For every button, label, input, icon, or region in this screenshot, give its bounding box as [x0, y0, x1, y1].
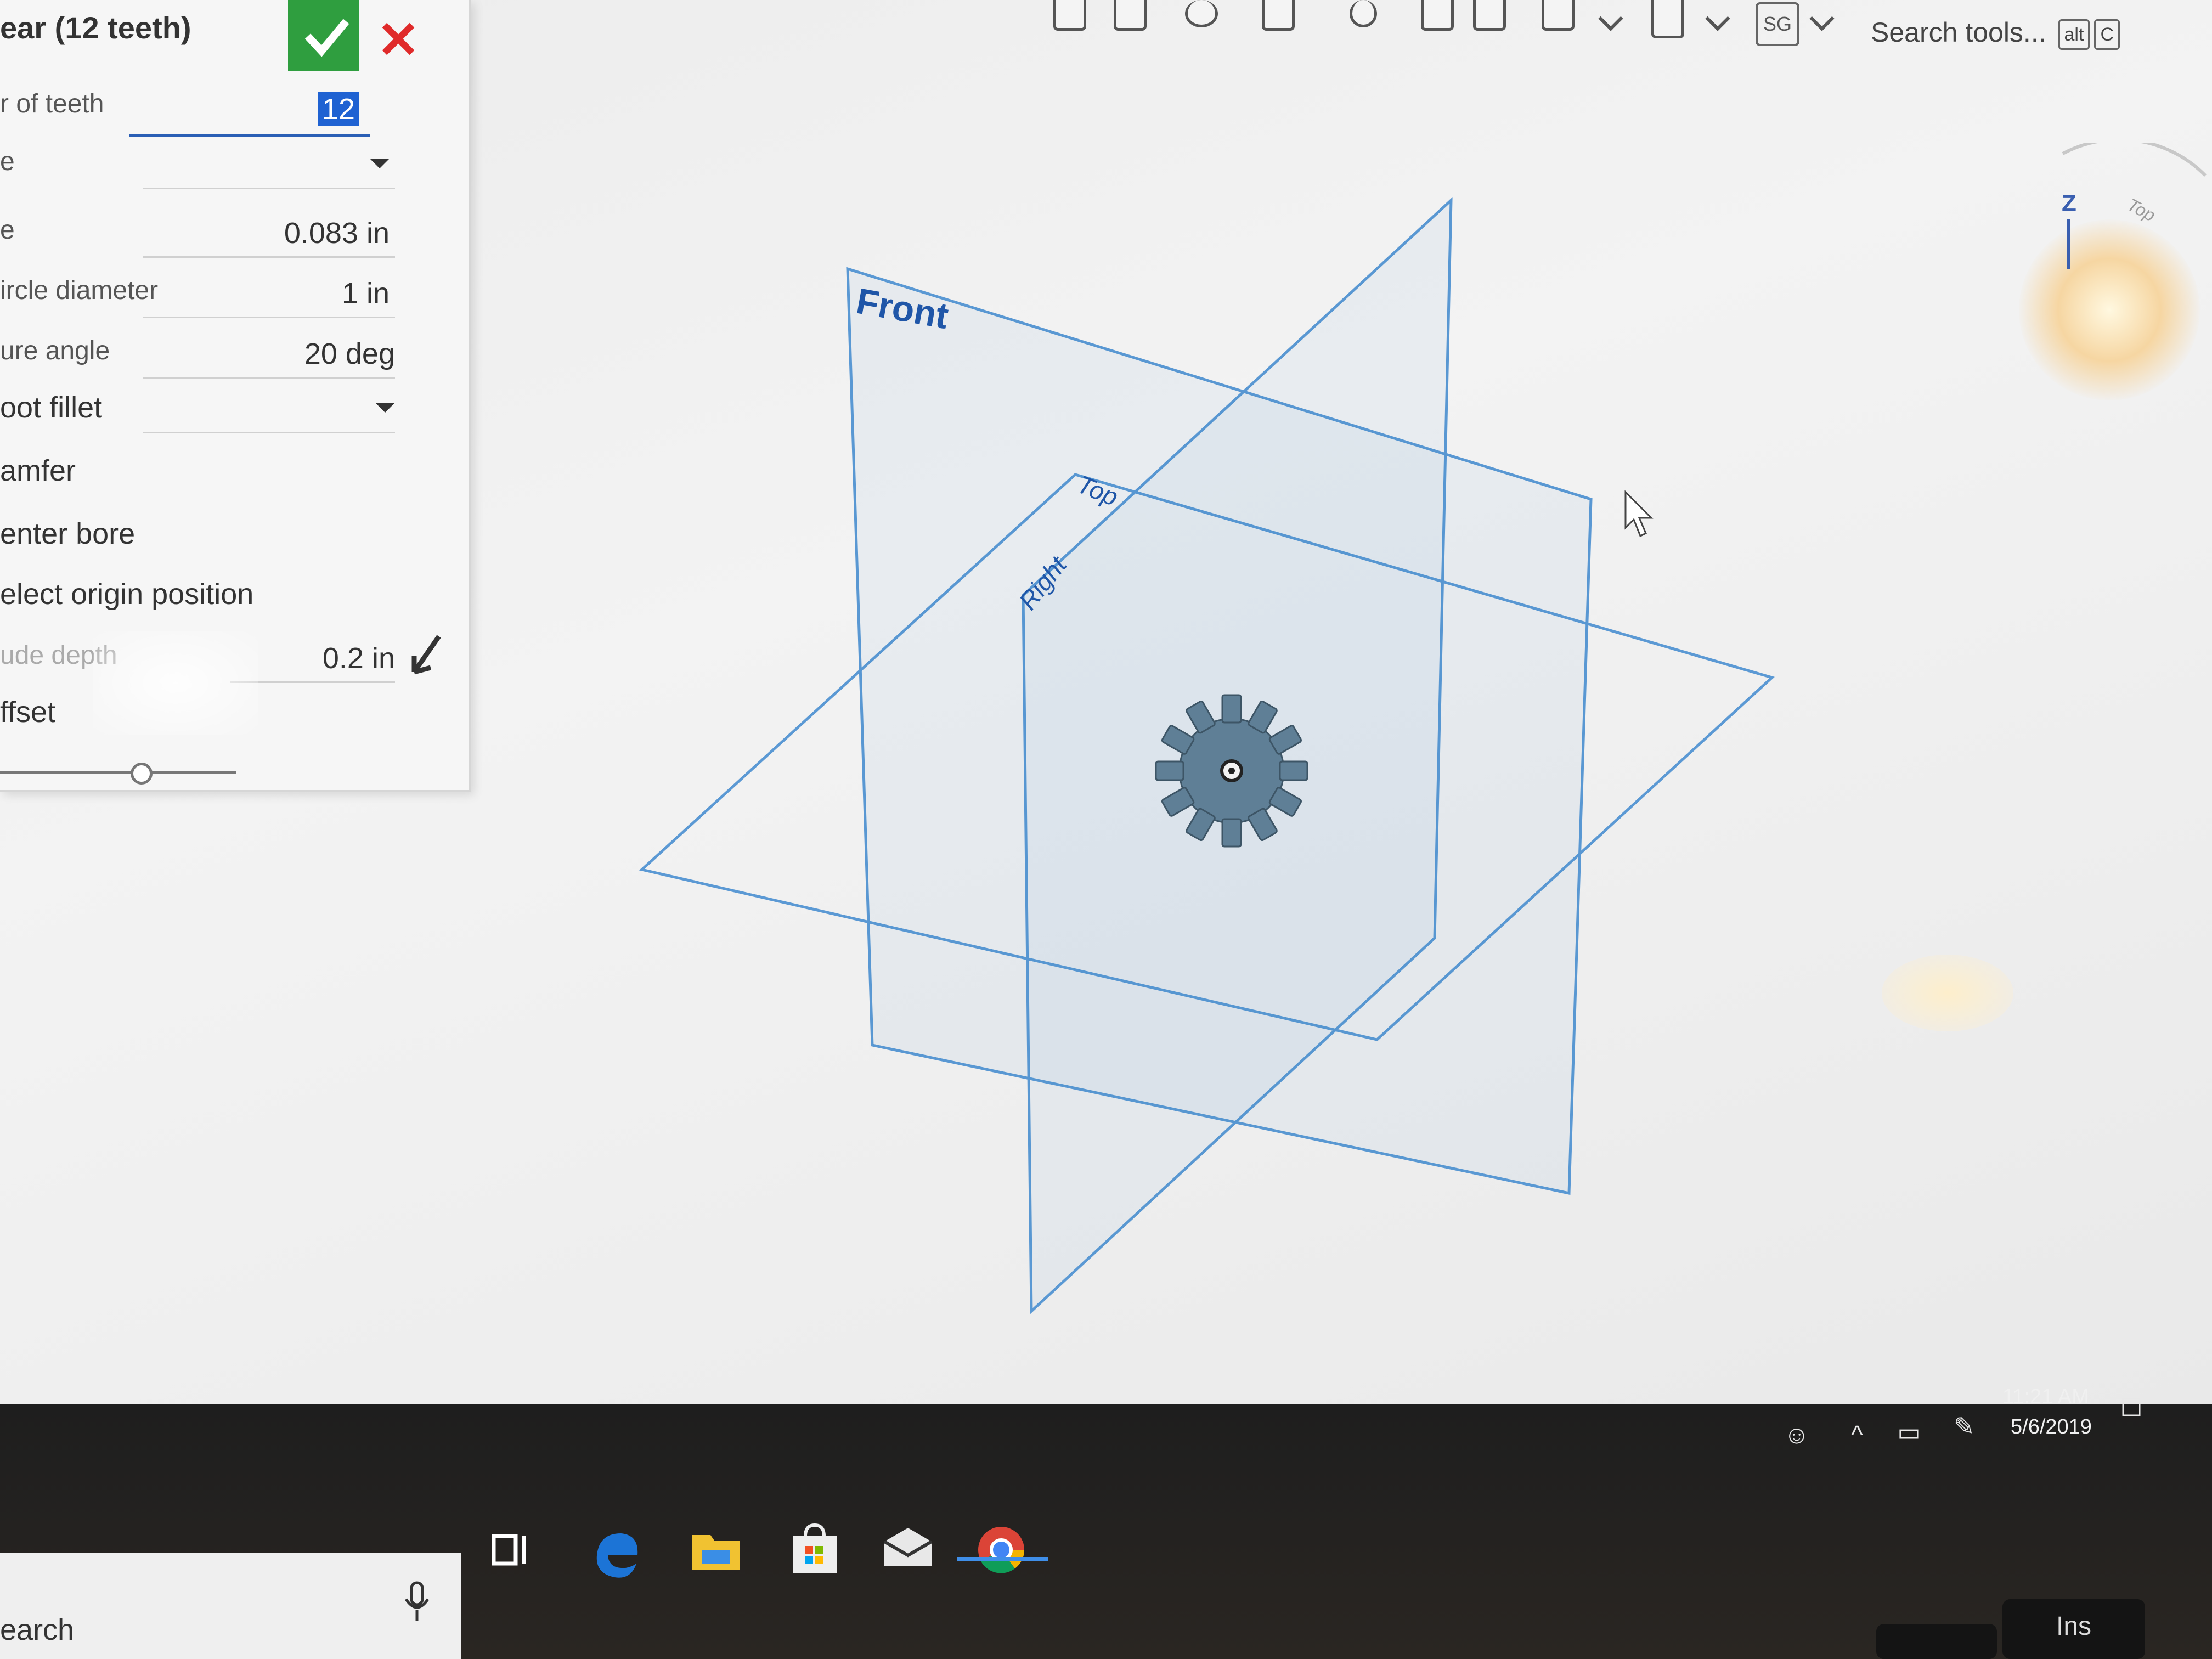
cancel-button[interactable]: [373, 16, 417, 60]
pressure-angle-value[interactable]: 20 deg: [304, 337, 395, 371]
input-type-row[interactable]: e: [0, 140, 406, 189]
offset-slider-track[interactable]: [0, 771, 236, 774]
part-studio-icon[interactable]: [1542, 0, 1575, 31]
lamp-reflection: [1882, 955, 2013, 1031]
taskbar-search-label: earch: [0, 1613, 75, 1646]
search-tools-label: Search tools...: [1871, 17, 2046, 48]
insert-icon[interactable]: [1421, 0, 1454, 31]
fillet-icon[interactable]: [1262, 0, 1295, 31]
pitch-circle-diameter-value[interactable]: 1 in: [342, 276, 390, 311]
number-of-teeth-value: 12: [317, 92, 359, 126]
store-icon[interactable]: [785, 1520, 845, 1580]
number-of-teeth-label: r of teeth: [0, 89, 104, 119]
view-cube[interactable]: Z Top: [1986, 143, 2212, 439]
chamfer-label: amfer: [0, 454, 76, 487]
module-label: e: [0, 216, 15, 245]
root-fillet-row[interactable]: oot fillet: [0, 384, 406, 433]
mouse-cursor-icon: [1624, 490, 1654, 538]
input-type-label: e: [0, 147, 15, 176]
extrude-icon[interactable]: [1114, 0, 1147, 31]
keyboard-key: [1876, 1624, 1997, 1659]
pitch-circle-diameter-row[interactable]: ircle diameter 1 in: [0, 269, 406, 318]
dialog-title: ear (12 teeth): [0, 10, 191, 45]
pitch-circle-diameter-label: ircle diameter: [0, 276, 159, 305]
screen-glare: [93, 631, 258, 735]
select-origin-position-row[interactable]: elect origin position: [0, 571, 406, 620]
chevron-up-icon[interactable]: ^: [1843, 1421, 1871, 1448]
accept-button[interactable]: [288, 0, 359, 71]
shortcut-key-c: C: [2094, 19, 2120, 50]
remove-icon[interactable]: [1350, 0, 1377, 27]
shortcut-key-alt: alt: [2058, 19, 2090, 50]
feature-toolbar: SG Search tools... alt C: [878, 0, 2212, 71]
sketch-icon[interactable]: [1053, 0, 1086, 31]
people-icon[interactable]: ☺: [1783, 1421, 1810, 1448]
clock-date[interactable]: 5/6/2019: [2011, 1415, 2092, 1439]
view-cube-top-label: Top: [2124, 194, 2159, 225]
center-bore-row[interactable]: enter bore: [0, 510, 406, 560]
delete-part-icon[interactable]: [1185, 0, 1218, 27]
notification-icon[interactable]: ☐: [2118, 1393, 2145, 1421]
spur-gear-dialog: ear (12 teeth) r of teeth 12 e e 0.083 i…: [0, 0, 471, 792]
offset-slider-knob[interactable]: [131, 763, 153, 785]
checkmark-icon: [304, 19, 349, 57]
pressure-angle-row[interactable]: ure angle 20 deg: [0, 329, 406, 379]
file-explorer-icon[interactable]: [686, 1520, 746, 1580]
edge-icon[interactable]: [587, 1525, 647, 1585]
module-row[interactable]: e 0.083 in: [0, 208, 406, 258]
active-app-indicator: [957, 1557, 1048, 1561]
chevron-down-icon: [370, 159, 390, 168]
close-icon: [382, 22, 415, 55]
chrome-icon[interactable]: [971, 1520, 1031, 1580]
chevron-down-icon[interactable]: [1705, 6, 1730, 31]
offset-label: ffset: [0, 696, 56, 729]
z-axis-label: Z: [2062, 190, 2076, 217]
chevron-down-icon[interactable]: [1598, 6, 1623, 31]
keyboard-insert-key: Ins: [2002, 1599, 2145, 1659]
module-value[interactable]: 0.083 in: [284, 216, 390, 250]
drawing-icon[interactable]: [1651, 0, 1684, 38]
taskbar-search-box[interactable]: earch: [0, 1553, 461, 1659]
pen-icon[interactable]: ✎: [1950, 1413, 1978, 1440]
number-of-teeth-input[interactable]: 12: [129, 88, 370, 137]
pressure-angle-label: ure angle: [0, 336, 110, 365]
mail-icon[interactable]: [878, 1520, 938, 1580]
flip-direction-icon[interactable]: [406, 634, 444, 678]
microphone-icon[interactable]: [400, 1580, 433, 1624]
select-origin-position-label: elect origin position: [0, 578, 254, 611]
center-bore-label: enter bore: [0, 517, 136, 550]
root-fillet-label: oot fillet: [0, 391, 103, 424]
extrude-depth-value[interactable]: 0.2 in: [323, 641, 395, 675]
user-avatar[interactable]: SG: [1756, 2, 1799, 46]
search-tools-input[interactable]: Search tools... alt C: [1871, 8, 2189, 57]
task-view-icon[interactable]: [483, 1520, 543, 1580]
clock-time[interactable]: 11:21 AM: [2002, 1385, 2089, 1409]
chevron-down-icon: [375, 403, 395, 413]
chamfer-row[interactable]: amfer: [0, 447, 406, 496]
battery-icon[interactable]: ▭: [1895, 1418, 1923, 1446]
layers-icon[interactable]: [1473, 0, 1506, 31]
chevron-down-icon[interactable]: [1809, 6, 1835, 31]
